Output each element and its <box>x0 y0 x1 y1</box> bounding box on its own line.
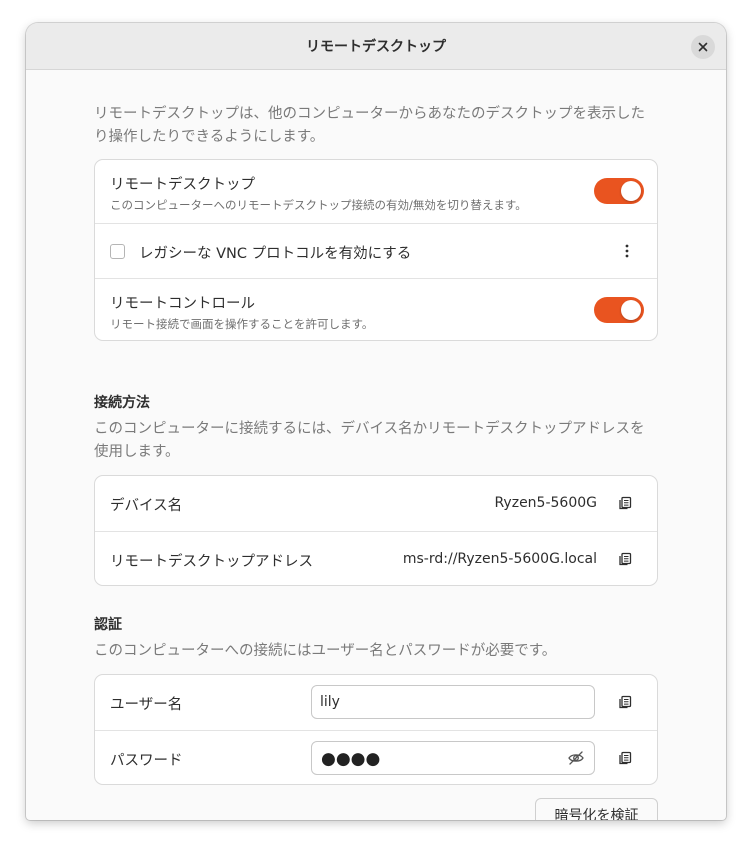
username-row: ユーザー名 <box>95 675 657 730</box>
switch-knob <box>621 300 641 320</box>
password-mask: ●●●● <box>321 749 381 769</box>
copy-address-button[interactable] <box>613 547 637 571</box>
remote-desktop-settings-card: リモートデスクトップ このコンピューターへのリモートデスクトップ接続の有効/無効… <box>94 159 658 341</box>
remote-control-title: リモートコントロール <box>110 296 255 312</box>
auth-card: ユーザー名 パスワード ●●●● <box>94 674 658 785</box>
remote-desktop-switch[interactable] <box>594 178 644 204</box>
connection-description: このコンピューターに接続するには、デバイス名かリモートデスクトップアドレスを使用… <box>94 421 645 460</box>
copy-username-button[interactable] <box>613 690 637 714</box>
close-icon <box>698 42 708 52</box>
copy-device-name-button[interactable] <box>613 491 637 515</box>
vnc-row: レガシーな VNC プロトコルを有効にする <box>95 223 657 278</box>
device-name-row: デバイス名 Ryzen5-5600G <box>95 476 657 531</box>
connection-card: デバイス名 Ryzen5-5600G リモートデスクトップアドレス ms-rd:… <box>94 475 658 586</box>
connection-heading: 接続方法 <box>94 395 150 411</box>
copy-icon <box>619 496 632 510</box>
auth-heading: 認証 <box>94 617 122 633</box>
password-label: パスワード <box>110 753 183 769</box>
device-name-label: デバイス名 <box>110 498 183 514</box>
intro-description: リモートデスクトップは、他のコンピューターからあなたのデスクトップを表示したり操… <box>94 106 645 145</box>
show-password-button[interactable] <box>567 749 587 769</box>
window-title: リモートデスクトップ <box>306 39 446 55</box>
remote-desktop-window: リモートデスクトップ リモートデスクトップは、他のコンピューターからあなたのデス… <box>26 23 726 820</box>
copy-icon <box>619 751 632 765</box>
vnc-menu-button[interactable] <box>617 241 637 261</box>
address-value: ms-rd://Ryzen5-5600G.local <box>402 551 597 567</box>
username-label: ユーザー名 <box>110 697 183 713</box>
remote-control-subtitle: リモート接続で画面を操作することを許可します。 <box>110 317 374 331</box>
address-row: リモートデスクトップアドレス ms-rd://Ryzen5-5600G.loca… <box>95 531 657 585</box>
close-button[interactable] <box>691 35 715 59</box>
username-input[interactable] <box>311 685 595 719</box>
remote-desktop-row: リモートデスクトップ このコンピューターへのリモートデスクトップ接続の有効/無効… <box>95 160 657 223</box>
copy-password-button[interactable] <box>613 746 637 770</box>
copy-icon <box>619 695 632 709</box>
remote-control-row: リモートコントロール リモート接続で画面を操作することを許可します。 <box>95 278 657 340</box>
kebab-menu-icon <box>625 244 629 258</box>
remote-desktop-subtitle: このコンピューターへのリモートデスクトップ接続の有効/無効を切り替えます。 <box>110 198 527 212</box>
copy-icon <box>619 552 632 566</box>
remote-desktop-title: リモートデスクトップ <box>110 177 255 193</box>
remote-control-switch[interactable] <box>594 297 644 323</box>
vnc-label: レガシーな VNC プロトコルを有効にする <box>139 246 412 262</box>
address-label: リモートデスクトップアドレス <box>110 554 313 570</box>
password-row: パスワード ●●●● <box>95 730 657 784</box>
auth-description: このコンピューターへの接続にはユーザー名とパスワードが必要です。 <box>94 643 557 659</box>
vnc-checkbox[interactable] <box>110 244 125 259</box>
header-bar: リモートデスクトップ <box>26 23 726 70</box>
device-name-value: Ryzen5-5600G <box>494 495 597 511</box>
switch-knob <box>621 181 641 201</box>
password-input[interactable]: ●●●● <box>311 741 595 775</box>
verify-encryption-button[interactable]: 暗号化を検証 <box>535 798 658 820</box>
eye-hidden-icon <box>568 751 584 765</box>
